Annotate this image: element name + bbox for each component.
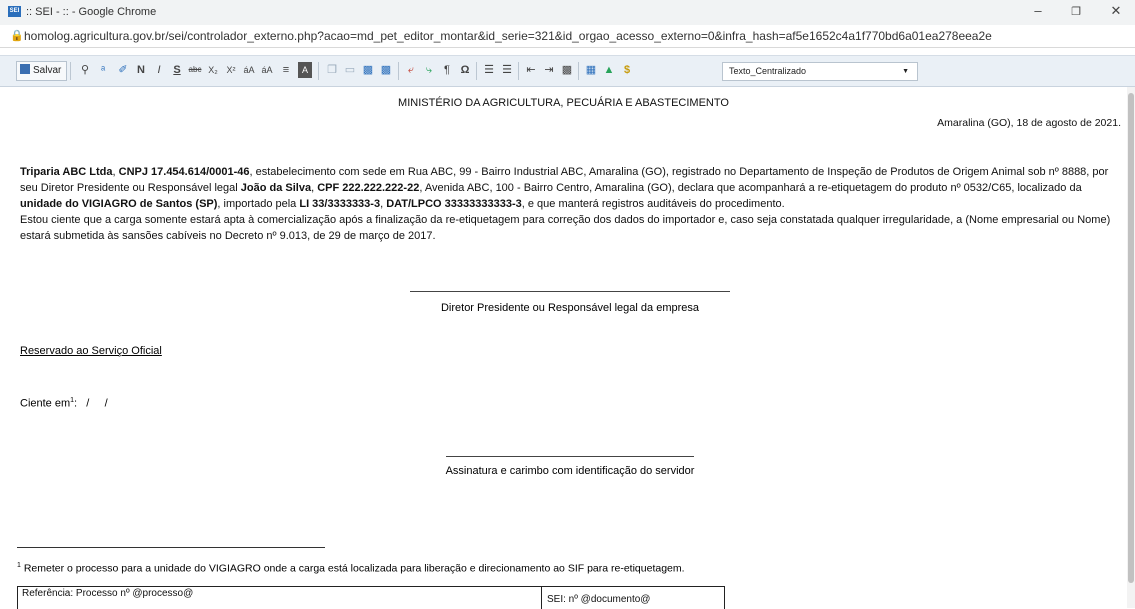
footnote-separator [17,547,325,548]
sei-favicon-icon: SEI [8,6,21,17]
company-name: Triparia ABC Ltda [20,166,113,178]
signature-2-label: Assinatura e carimbo com identificação d… [445,465,695,477]
image-icon[interactable]: ▩ [560,62,574,78]
toolbar-separator [578,62,579,80]
signature-line-2 [446,456,694,457]
ciente-date: : / / [74,397,108,410]
responsible-cpf: CPF 222.222.222-22 [317,182,420,194]
reference-cell: Referência: Processo nº @processo@ [18,587,542,609]
style-select[interactable]: Texto_Centralizado ▼ [722,62,918,81]
signature-line-1 [410,291,730,292]
responsible-name: João da Silva [240,182,312,194]
vertical-scrollbar[interactable] [1127,87,1135,608]
special-char-icon[interactable]: Ω [458,62,472,78]
li-number: LI 33/3333333-3 [299,198,381,210]
vigiagro-unit: unidade do VIGIAGRO de Santos (SP) [20,198,218,210]
replace-icon[interactable]: ᵃ [96,62,110,78]
toolbar-separator [518,62,519,80]
signature-1-label: Diretor Presidente ou Responsável legal … [440,302,700,314]
save-button-label: Salvar [33,65,62,76]
address-bar[interactable]: 🔒 homolog.agricultura.gov.br/sei/control… [0,25,1135,48]
numbered-list-icon[interactable]: ☰ [482,62,496,78]
awareness-paragraph: Estou ciente que a carga somente estará … [20,214,1111,242]
subscript-icon[interactable]: X₂ [206,62,220,78]
save-button[interactable]: Salvar [16,61,68,81]
declaration-paragraph: Triparia ABC Ltda, CNPJ 17.454.614/0001-… [20,166,1109,210]
document-heading: MINISTÉRIO DA AGRICULTURA, PECUÁRIA E AB… [398,97,729,109]
dat-number: DAT/LPCO 33333333333-3 [386,198,522,210]
reserved-label: Reservado ao Serviço Oficial [20,345,162,357]
reference-table: Referência: Processo nº @processo@ SEI: … [17,586,725,609]
floppy-disk-icon [20,64,30,74]
line-height-icon[interactable]: ≡ [279,62,293,78]
editor-toolbar: Salvar ⚲ ᵃ ✐ N I S abc X₂ X² áA áA ≡ A ❐… [0,55,1135,87]
reference-text: Referência: Processo nº @processo@ [22,588,194,599]
dollar-icon[interactable]: $ [620,62,634,78]
lowercase-icon[interactable]: áA [242,62,256,78]
italic-icon[interactable]: I [152,62,166,78]
footnote-text: Remeter o processo para a unidade do VIG… [20,562,685,575]
chevron-down-icon: ▼ [902,68,909,75]
toolbar-separator [70,62,71,80]
table-icon[interactable]: ▦ [584,62,598,78]
toolbar-separator [318,62,319,80]
toolbar-separator [398,62,399,80]
underline-icon[interactable]: S [170,62,184,78]
toolbar-separator [476,62,477,80]
restore-icon[interactable]: ❐ [1066,5,1086,18]
style-select-value: Texto_Centralizado [729,66,807,76]
paste-word-icon[interactable]: ▩ [361,62,375,78]
footnote: 1 Remeter o processo para a unidade do V… [17,562,685,575]
lock-icon: 🔒 [10,30,24,42]
bulleted-list-icon[interactable]: ☰ [500,62,514,78]
strikethrough-icon[interactable]: abc [188,62,202,78]
text-color-icon[interactable]: A [298,62,312,78]
address-url[interactable]: homolog.agricultura.gov.br/sei/controlad… [24,29,992,43]
sei-number-text: SEI: nº @documento@ [547,594,651,605]
ciente-line: Ciente em1: / / [20,397,108,410]
paste-text-icon[interactable]: ▭ [343,62,357,78]
decrease-indent-icon[interactable]: ⇤ [524,62,538,78]
spellcheck-icon[interactable]: ▲ [602,62,616,78]
close-icon[interactable]: ✕ [1106,3,1126,19]
superscript-icon[interactable]: X² [224,62,238,78]
ciente-label: Ciente em [20,397,71,410]
declaration-text-2: , Avenida ABC, 100 - Bairro Centro, Amar… [419,182,1082,194]
date-line: Amaralina (GO), 18 de agosto de 2021. [937,117,1121,129]
scrollbar-thumb[interactable] [1128,93,1134,583]
window-title: :: SEI - :: - Google Chrome [26,6,157,18]
declaration-text-4: , e que manterá registros auditáveis do … [521,198,785,210]
declaration-text-3: , importado pela [217,198,300,210]
undo-icon[interactable]: ⤶ [404,62,418,78]
company-cnpj: CNPJ 17.454.614/0001-46 [118,166,250,178]
bold-icon[interactable]: N [134,62,148,78]
redo-icon[interactable]: ⤷ [422,62,436,78]
paste-icon[interactable]: ❐ [325,62,339,78]
show-blocks-icon[interactable]: ¶ [440,62,454,78]
uppercase-icon[interactable]: áA [260,62,274,78]
find-icon[interactable]: ⚲ [78,62,92,78]
minimize-icon[interactable]: – [1028,3,1048,18]
remove-format-icon[interactable]: ✐ [116,62,130,78]
window-title-bar: SEI :: SEI - :: - Google Chrome – ❐ ✕ [0,0,1135,25]
increase-indent-icon[interactable]: ⇥ [542,62,556,78]
link-document-icon[interactable]: ▩ [379,62,393,78]
